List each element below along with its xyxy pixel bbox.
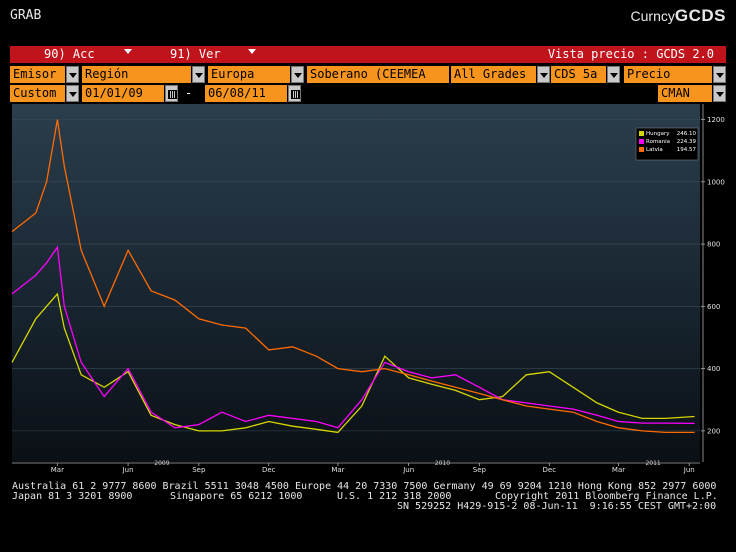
start-calendar-icon[interactable] <box>165 85 178 102</box>
filter-row-1: Emisor Región Europa Soberano (CEEMEA Al… <box>10 66 726 83</box>
footer-singapore: Singapore 65 6212 1000 <box>170 491 303 502</box>
legend-series-name: Hungary <box>646 131 670 137</box>
end-date-field[interactable]: 06/08/11 <box>205 85 287 102</box>
y-tick-label: 200 <box>707 427 720 435</box>
legend-swatch <box>639 147 644 152</box>
x-tick-label: Mar <box>51 466 64 474</box>
y-tick-label: 600 <box>707 303 720 311</box>
sovereign-field[interactable]: Soberano (CEEMEA <box>307 66 449 83</box>
x-tick-label: Sep <box>473 466 487 474</box>
actions-menu[interactable]: 90) Acc <box>44 46 95 63</box>
date-separator: - <box>185 86 193 100</box>
issuer-field[interactable]: Emisor <box>10 66 65 83</box>
function-code: GCDS <box>674 6 726 25</box>
region-dropdown-icon[interactable] <box>192 66 205 83</box>
measure-dropdown-icon[interactable] <box>713 66 726 83</box>
x-tick-label: Jun <box>402 466 414 474</box>
legend-swatch <box>639 139 644 144</box>
tenor-field[interactable]: CDS 5a <box>551 66 606 83</box>
window-title: GRAB <box>10 8 42 23</box>
plot-background <box>12 104 700 462</box>
legend-series-value: 224.39 <box>677 139 697 145</box>
y-tick-label: 1000 <box>707 178 725 186</box>
legend-series-name: Latvia <box>646 147 663 153</box>
views-menu[interactable]: 91) Ver <box>170 46 221 63</box>
footer-session: SN 529252 H429-915-2 08-Jun-11 9:16:55 C… <box>397 501 717 512</box>
legend-series-name: Romania <box>646 139 670 145</box>
region-value-dropdown-icon[interactable] <box>291 66 304 83</box>
legend-series-value: 194.57 <box>677 147 697 153</box>
legend-swatch <box>639 131 644 136</box>
footer-contacts: Australia 61 2 9777 8600 Brazil 5511 304… <box>12 482 732 552</box>
source-dropdown-icon[interactable] <box>713 85 726 102</box>
legend-series-value: 246.10 <box>677 131 697 137</box>
tenor-dropdown-icon[interactable] <box>607 66 620 83</box>
function-title: CurncyGCDS <box>631 6 726 26</box>
source-field[interactable]: CMAN <box>658 85 712 102</box>
grades-field[interactable]: All Grades <box>451 66 536 83</box>
x-tick-label: Jun <box>683 466 695 474</box>
x-tick-label: Jun <box>122 466 134 474</box>
year-label: 2009 <box>154 460 169 467</box>
y-tick-label: 1200 <box>707 116 725 124</box>
y-tick-label: 400 <box>707 365 720 373</box>
issuer-dropdown-icon[interactable] <box>66 66 79 83</box>
chart-legend: Hungary 246.10 Romania 224.39 Latvia 194.57 <box>635 127 699 161</box>
footer-japan: Japan 81 3 3201 8900 <box>12 491 133 502</box>
year-label: 2010 <box>435 460 450 467</box>
market-sector: Curncy <box>630 8 675 24</box>
filter-row-2: Custom 01/01/09 - 06/08/11 CMAN <box>10 85 726 102</box>
start-date-field[interactable]: 01/01/09 <box>82 85 164 102</box>
year-label: 2011 <box>645 460 660 467</box>
region-field[interactable]: Región <box>82 66 191 83</box>
actions-dropdown-icon[interactable] <box>124 49 132 54</box>
x-tick-label: Mar <box>331 466 344 474</box>
region-value-field[interactable]: Europa <box>208 66 290 83</box>
price-view-label: Vista precio : GCDS 2.0 <box>547 47 714 61</box>
red-menu-bar: 90) Acc 91) Ver Vista precio : GCDS 2.0 <box>10 46 726 63</box>
x-tick-label: Sep <box>192 466 206 474</box>
measure-field[interactable]: Precio <box>624 66 712 83</box>
grades-dropdown-icon[interactable] <box>537 66 550 83</box>
y-tick-label: 800 <box>707 241 720 249</box>
range-type-field[interactable]: Custom <box>10 85 65 102</box>
range-type-dropdown-icon[interactable] <box>66 85 79 102</box>
x-tick-label: Dec <box>262 466 276 474</box>
end-calendar-icon[interactable] <box>288 85 301 102</box>
cds-price-chart[interactable]: 200 400 600 800 1000 1200 Mar Jun Sep Dec Mar Jun S… <box>0 104 736 480</box>
x-tick-label: Dec <box>543 466 557 474</box>
views-dropdown-icon[interactable] <box>248 49 256 54</box>
x-tick-label: Mar <box>612 466 625 474</box>
